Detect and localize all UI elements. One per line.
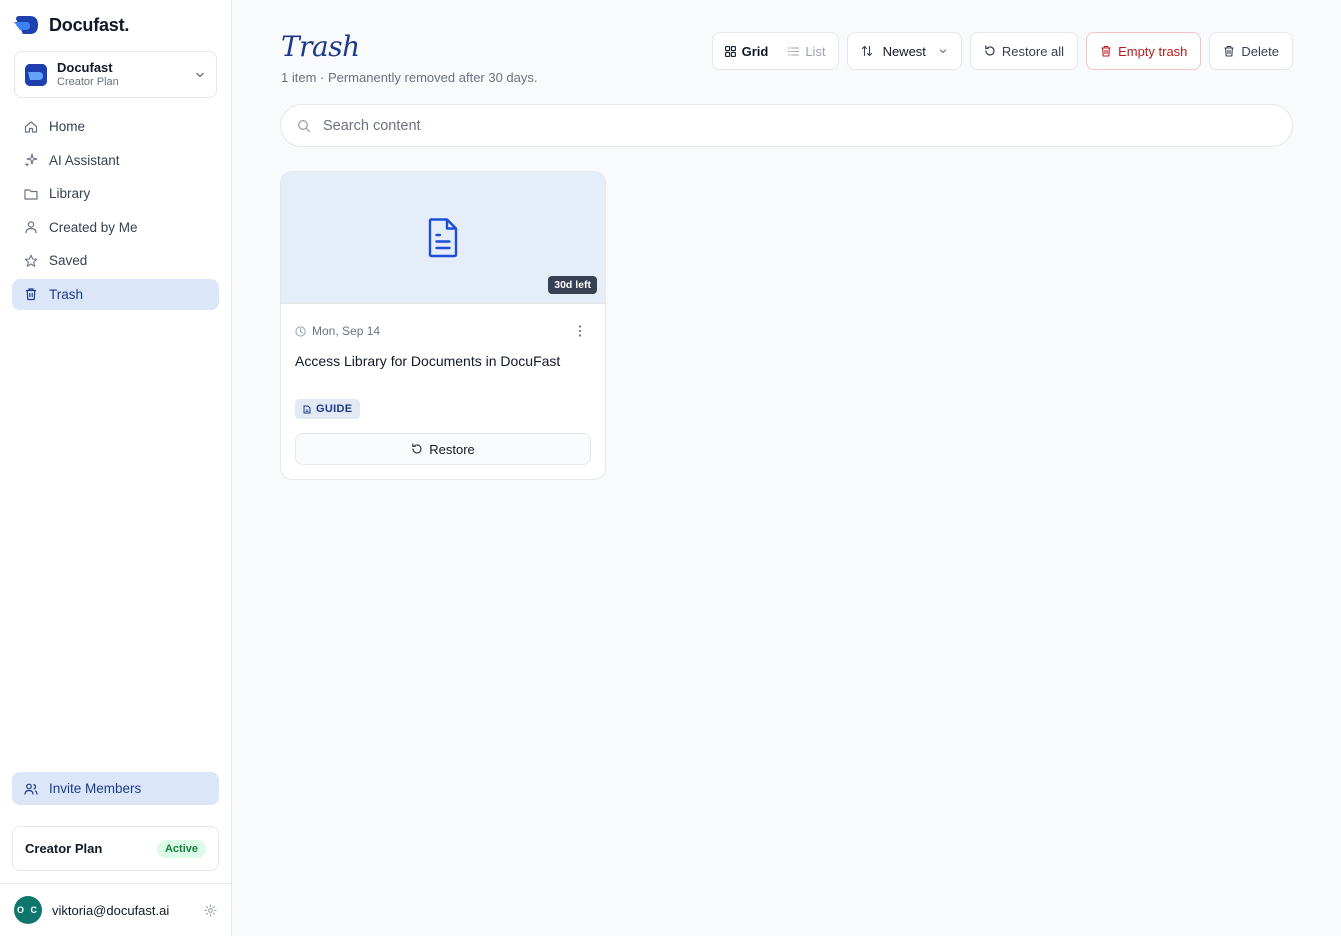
grid-icon (724, 45, 736, 57)
trash-icon (1101, 45, 1111, 57)
card-date-text: Mon, Sep 14 (312, 324, 381, 338)
toolbar: Grid List Newest Restore all Empty trash… (711, 32, 1293, 70)
home-icon (24, 120, 38, 133)
card-date: Mon, Sep 14 (295, 324, 380, 338)
delete-button[interactable]: Delete (1209, 32, 1293, 70)
sidebar-item-label: Library (49, 186, 91, 202)
workspace-logo-icon (25, 63, 47, 86)
card-thumbnail: 30d left (281, 172, 605, 304)
days-left-badge: 30d left (548, 276, 597, 294)
sidebar-nav: Home AI Assistant Library Created by Me … (12, 111, 219, 313)
workspace-name: Docufast (57, 59, 113, 75)
more-vertical-icon[interactable] (575, 324, 585, 338)
document-icon (303, 405, 311, 413)
page-title: Trash (281, 30, 360, 63)
plan-card[interactable]: Creator Plan Active (12, 826, 219, 871)
restore-icon (985, 45, 995, 56)
main-content: Trash 1 item · Permanently removed after… (232, 0, 1341, 936)
users-icon (24, 783, 38, 795)
sidebar-item-saved[interactable]: Saved (12, 245, 219, 276)
delete-label: Delete (1241, 43, 1279, 59)
sort-icon (861, 45, 872, 57)
star-icon (24, 254, 38, 267)
sidebar: Docufast. Docufast Creator Plan Home AI … (0, 0, 232, 936)
user-email: viktoria@docufast.ai (52, 902, 170, 918)
page-subtitle: 1 item · Permanently removed after 30 da… (281, 70, 538, 85)
plan-name: Creator Plan (25, 841, 103, 856)
list-icon (788, 46, 800, 56)
gear-icon[interactable] (204, 903, 217, 917)
sort-label: Newest (882, 43, 926, 59)
search-bar (280, 104, 1293, 147)
folder-icon (24, 189, 38, 200)
invite-members-label: Invite Members (49, 781, 142, 796)
workspace-plan: Creator Plan (57, 75, 119, 88)
sidebar-item-created-by-me[interactable]: Created by Me (12, 212, 219, 243)
trash-icon (1224, 45, 1234, 57)
type-tag-label: GUIDE (316, 403, 353, 415)
restore-all-label: Restore all (1001, 43, 1065, 59)
workspace-switcher[interactable]: Docufast Creator Plan (14, 51, 217, 98)
sidebar-item-label: AI Assistant (49, 152, 120, 168)
brand-name: Docufast. (49, 14, 130, 35)
chevron-down-icon (196, 72, 204, 77)
user-icon (25, 221, 37, 234)
view-grid-button[interactable]: Grid (716, 36, 778, 66)
status-badge: Active (156, 839, 206, 858)
view-list-button[interactable]: List (779, 36, 834, 66)
type-tag: GUIDE (295, 399, 361, 419)
search-icon (298, 119, 311, 132)
sidebar-item-label: Saved (49, 253, 88, 269)
sort-dropdown[interactable]: Newest (846, 32, 962, 70)
sidebar-item-label: Trash (49, 286, 84, 302)
sparkles-icon (24, 153, 38, 168)
docufast-logo-icon (14, 16, 38, 34)
trash-icon (26, 288, 36, 301)
avatar[interactable]: O C (14, 896, 42, 924)
brand[interactable]: Docufast. (14, 12, 129, 38)
card-title: Access Library for Documents in DocuFast (295, 353, 561, 369)
invite-members-button[interactable]: Invite Members (12, 772, 219, 805)
view-toggle: Grid List (711, 32, 839, 70)
user-account: O C viktoria@docufast.ai (0, 883, 231, 936)
view-grid-label: Grid (741, 43, 769, 59)
restore-label: Restore (429, 441, 475, 457)
sidebar-item-label: Created by Me (49, 219, 138, 235)
restore-button[interactable]: Restore (295, 433, 591, 465)
empty-trash-button[interactable]: Empty trash (1086, 32, 1202, 70)
sidebar-item-label: Home (49, 119, 86, 134)
empty-trash-label: Empty trash (1118, 43, 1188, 59)
sidebar-item-home[interactable]: Home (12, 111, 219, 142)
clock-icon (295, 325, 306, 337)
restore-icon (412, 443, 422, 454)
search-input[interactable] (323, 117, 1276, 134)
trash-item-card[interactable]: 30d left Mon, Sep 14 Access Library for … (280, 171, 606, 480)
chevron-down-icon (939, 49, 947, 54)
sidebar-item-ai-assistant[interactable]: AI Assistant (12, 145, 219, 176)
view-list-label: List (805, 43, 826, 59)
sidebar-item-library[interactable]: Library (12, 178, 219, 209)
sidebar-item-trash[interactable]: Trash (12, 278, 219, 310)
restore-all-button[interactable]: Restore all (969, 32, 1079, 70)
document-icon (428, 217, 458, 257)
